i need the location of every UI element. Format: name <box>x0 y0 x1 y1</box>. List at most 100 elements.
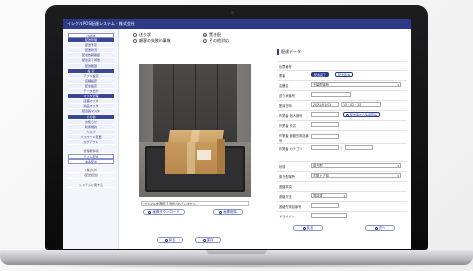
row-label: 連絡先電話番号 <box>279 204 302 209</box>
row-driver: ドライバー <box>277 211 407 219</box>
sidebar: HOME 配送管理 配送予定 配送状況 配達依頼確認 配達完了報告 配送履歴設 定アプリ設定… <box>63 29 119 249</box>
date-value: 2021/01/01 <box>313 103 332 107</box>
row-place: 置き配場所 玄関ドア前 ▾ <box>277 171 407 179</box>
radio-dot <box>133 39 137 43</box>
image-download-label: 画像ダウンロード <box>152 210 180 214</box>
save-label: 保存 <box>206 238 214 242</box>
category-input-b[interactable] <box>345 145 373 150</box>
delivery-cancel-label: 配達取消 <box>338 73 351 77</box>
fetch-driver-label: 配送員から情報取得 <box>350 113 378 117</box>
place-value: 玄関ドア前 <box>313 174 329 178</box>
row-carrier: 業者 配達完了 配達取消 <box>277 70 407 78</box>
radio-dot <box>203 39 207 43</box>
sidebar-item[interactable]: ログアウト <box>68 139 114 146</box>
delivery-data-panel: 配達データ 伝票番号 業者 配達完了 配達取消 店舗名 千葉配達所 ▾ 送り状番号… <box>277 49 407 245</box>
category-input-a[interactable] <box>311 145 339 150</box>
row-contact-phone: 連絡先電話番号 <box>277 201 407 209</box>
row-store: 店舗名 千葉配達所 ▾ <box>277 80 407 88</box>
cardboard-box-image <box>165 130 225 175</box>
store-select[interactable]: 千葉配達所 ▾ <box>311 82 401 87</box>
app-title: イシクルPOS配達システム - 株式会社 <box>63 19 411 29</box>
worker-name-input[interactable] <box>311 122 339 127</box>
row-label: 状態 <box>279 164 286 169</box>
contact-method-select[interactable]: 電話済 ▾ <box>311 193 347 198</box>
status-value: 置き配 <box>313 164 323 168</box>
back-label: 戻る <box>168 238 176 242</box>
status-select[interactable]: 置き配 ▾ <box>311 163 401 168</box>
radio-other[interactable]: その他対応 <box>203 38 229 44</box>
row-label: 作業者 カテゴリ <box>279 146 303 151</box>
row-label: 伝票番号 <box>279 64 292 69</box>
camera-icon <box>231 11 234 14</box>
row-datetime: 配達日時 2021/01/01 15 : 02 : 15 <box>277 100 407 108</box>
row-label: 作業者 個人番号 <box>279 113 303 118</box>
row-worker-phone: 作業者 連絡先電話番号 <box>277 130 407 143</box>
row-label: ドライバー <box>279 214 295 219</box>
panel-next-label: 次へ <box>378 226 386 230</box>
sidebar-item[interactable]: (配送担当) <box>68 173 114 179</box>
invoice-number-input[interactable] <box>311 92 351 97</box>
driver-input[interactable] <box>311 213 347 218</box>
row-label: 置き配場所 <box>279 174 295 179</box>
save-button[interactable]: 保存 <box>195 237 221 243</box>
worker-phone-input[interactable] <box>311 134 339 139</box>
radio-accident[interactable]: 顧客の失敗in事故 <box>133 38 171 44</box>
back-icon <box>164 238 168 242</box>
laptop-notch <box>206 250 267 254</box>
choose-file-button[interactable]: ファイルを選択 <box>142 202 169 205</box>
image-download-button[interactable]: 画像ダウンロード <box>143 209 185 215</box>
contact-method-value: 電話済 <box>313 194 323 198</box>
category-separator: / <box>341 145 343 150</box>
row-label: 送り状番号 <box>279 93 295 98</box>
download-icon <box>148 210 152 214</box>
fetch-driver-info-button[interactable]: 配送員から情報取得 <box>343 112 381 117</box>
store-value: 千葉配達所 <box>313 83 329 87</box>
time-value: 15 : 02 : 15 <box>343 103 362 107</box>
sidebar-item[interactable]: 本番配達 <box>68 159 114 165</box>
panel-back-label: 戻る <box>306 226 314 230</box>
panel-back-button[interactable]: 戻る <box>293 225 323 231</box>
sidebar-item[interactable]: システムに関する <box>68 183 114 188</box>
row-label: 連絡事項 <box>279 184 292 189</box>
chevron-down-icon: ▾ <box>397 174 399 178</box>
file-input[interactable]: ファイルを選択 選択されていません <box>141 201 249 206</box>
row-notes: 連絡事項 <box>277 181 407 189</box>
sidebar-menu: HOME 配送管理 配送予定 配送状況 配達依頼確認 配達完了報告 配送履歴設 定アプリ設定… <box>68 33 114 188</box>
main-content: 送り状 置き配 顧客の失敗in事故 その他対応 ファイルを選択 選択されていませ… <box>119 29 411 249</box>
place-select[interactable]: 玄関ドア前 ▾ <box>311 173 401 178</box>
row-status: 状態 置き配 ▾ <box>277 161 407 169</box>
chevron-down-icon: ▾ <box>397 164 399 168</box>
row-worker-id: 作業者 個人番号 配送員から情報取得 <box>277 110 407 118</box>
panel-title: 配達データ <box>277 49 301 55</box>
row-label: 配達日時 <box>279 103 292 108</box>
contact-phone-input[interactable] <box>311 203 339 208</box>
radio-label: 顧客の失敗in事故 <box>139 38 171 43</box>
radio-label: 送り状 <box>139 32 151 37</box>
date-input[interactable]: 2021/01/01 <box>311 102 339 107</box>
delete-icon <box>219 210 223 214</box>
radio-dot-checked <box>203 33 207 37</box>
radio-dot <box>133 33 137 37</box>
row-contact-method: 連絡方法 電話済 ▾ <box>277 191 407 199</box>
image-delete-label: 画像削除 <box>223 210 237 214</box>
panel-next-button[interactable]: 次へ <box>365 225 395 231</box>
back-button[interactable]: 戻る <box>157 237 183 243</box>
delivery-cancel-button[interactable]: 配達取消 <box>335 72 354 77</box>
chevron-down-icon: ▾ <box>397 83 399 87</box>
row-label: 連絡方法 <box>279 194 292 199</box>
row-label: 業者 <box>279 73 286 78</box>
row-invoice-number: 送り状番号 <box>277 90 407 98</box>
row-worker-name: 作業者 氏名 <box>277 120 407 128</box>
radio-label: その他対応 <box>209 38 229 43</box>
row-slip-number: 伝票番号 <box>277 61 407 69</box>
delivery-done-label: 配達完了 <box>314 73 327 77</box>
time-input[interactable]: 15 : 02 : 15 <box>341 102 381 107</box>
next-icon <box>374 226 378 230</box>
image-delete-button[interactable]: 画像削除 <box>213 209 243 215</box>
save-icon <box>202 238 206 242</box>
row-worker-category: 作業者 カテゴリ / <box>277 143 407 151</box>
delivery-photo <box>139 64 251 197</box>
worker-id-input[interactable] <box>311 112 339 117</box>
delivery-done-button[interactable]: 配達完了 <box>311 72 330 77</box>
row-label: 作業者 連絡先電話番号 <box>279 133 309 143</box>
